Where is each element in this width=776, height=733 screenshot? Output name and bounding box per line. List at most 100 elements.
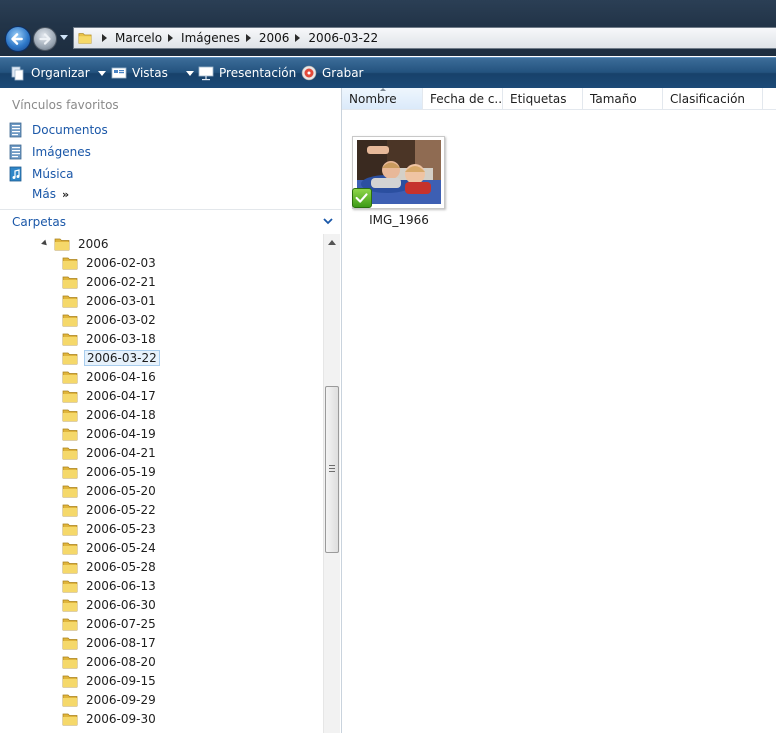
forward-arrow-icon <box>39 33 51 45</box>
tree-item-label: 2006-06-30 <box>86 597 156 612</box>
folder-icon <box>62 257 78 269</box>
organize-button[interactable]: Organizar <box>10 58 106 88</box>
tree-item-folder[interactable]: 2006-04-16 <box>62 367 158 386</box>
breadcrumb-item[interactable]: 2006 <box>259 28 290 48</box>
tree-item-label: 2006-09-30 <box>86 711 156 726</box>
folder-icon <box>78 33 92 44</box>
breadcrumb-separator[interactable] <box>102 34 107 42</box>
views-icon <box>111 67 127 79</box>
tree-item-folder[interactable]: 2006-07-25 <box>62 614 158 633</box>
column-header-label: Fecha de c... <box>430 91 503 106</box>
slideshow-label: Presentación <box>219 66 297 80</box>
folder-tree: 2006 2006-02-03 2006-02-21 2006-03-01 2006-… <box>0 234 323 733</box>
checkmark-glyph <box>355 193 368 203</box>
selected-check-icon[interactable] <box>352 188 372 208</box>
tree-item-folder[interactable]: 2006-08-17 <box>62 633 158 652</box>
tree-item-folder[interactable]: 2006-09-15 <box>62 671 158 690</box>
scrollbar-thumb[interactable] <box>325 386 339 553</box>
sort-ascending-icon <box>380 88 386 91</box>
folder-icon <box>62 390 78 402</box>
column-header-name[interactable]: Nombre <box>342 88 423 109</box>
folder-icon <box>62 314 78 326</box>
double-chevron-icon: » <box>61 187 69 201</box>
tree-item-folder[interactable]: 2006-08-20 <box>62 652 158 671</box>
tree-item-folder[interactable]: 2006-05-24 <box>62 538 158 557</box>
tree-item-folder[interactable]: 2006-04-17 <box>62 386 158 405</box>
tree-item-folder[interactable]: 2006-03-18 <box>62 329 158 348</box>
recent-pages-dropdown[interactable] <box>60 35 68 40</box>
views-button[interactable]: Vistas <box>111 58 194 88</box>
breadcrumb-item[interactable]: 2006-03-22 <box>308 28 378 48</box>
breadcrumb-separator[interactable] <box>245 34 251 42</box>
folder-icon <box>62 371 78 383</box>
tree-item-label: 2006-04-17 <box>86 388 156 403</box>
tree-item-folder[interactable]: 2006-05-23 <box>62 519 158 538</box>
tree-item-label: 2006-04-16 <box>86 369 156 384</box>
tree-item-folder[interactable]: 2006-03-22 <box>62 348 160 367</box>
organize-label: Organizar <box>31 66 90 80</box>
tree-item-folder[interactable]: 2006-06-30 <box>62 595 158 614</box>
tree-item-folder[interactable]: 2006-06-13 <box>62 576 158 595</box>
tree-item-folder[interactable]: 2006-09-30 <box>62 709 158 728</box>
more-links-button[interactable]: Más » <box>32 187 69 201</box>
column-headers: Nombre Fecha de c... Etiquetas Tamaño Cl… <box>342 88 776 110</box>
tree-item-folder[interactable]: 2006-03-02 <box>62 310 158 329</box>
tree-item-folder[interactable]: 2006-05-20 <box>62 481 158 500</box>
tree-item-folder[interactable]: 2006-09-29 <box>62 690 158 709</box>
column-header-rating[interactable]: Clasificación <box>663 88 763 109</box>
tree-item-label: 2006-05-24 <box>86 540 156 555</box>
tree-item-label: 2006-03-18 <box>86 331 156 346</box>
chevron-down-icon <box>323 218 333 225</box>
column-header-date[interactable]: Fecha de c... <box>423 88 503 109</box>
more-links-label: Más <box>32 187 56 201</box>
favorite-link-documents[interactable]: Documentos <box>8 120 108 140</box>
breadcrumb-item[interactable]: Marcelo <box>115 28 162 48</box>
tree-item-label: 2006-07-25 <box>86 616 156 631</box>
folder-icon <box>62 504 78 516</box>
scroll-up-arrow-icon[interactable] <box>328 240 336 245</box>
tree-item-label: 2006-08-17 <box>86 635 156 650</box>
folder-icon <box>62 561 78 573</box>
address-field[interactable]: Marcelo Imágenes 2006 2006-03-22 <box>73 27 776 49</box>
folder-icon <box>62 580 78 592</box>
breadcrumb-separator[interactable] <box>168 34 174 42</box>
column-header-size[interactable]: Tamaño <box>583 88 663 109</box>
tree-item-folder[interactable]: 2006-03-01 <box>62 291 158 310</box>
tree-item-parent[interactable]: 2006 <box>41 234 111 253</box>
command-bar: Organizar Vistas Presentación Grabar <box>0 57 776 88</box>
forward-button[interactable] <box>33 27 57 51</box>
folder-icon <box>62 542 78 554</box>
favorite-link-label: Documentos <box>32 123 108 137</box>
tree-item-folder[interactable]: 2006-04-18 <box>62 405 158 424</box>
breadcrumb-item[interactable]: Imágenes <box>181 28 240 48</box>
breadcrumb-separator[interactable] <box>295 34 301 42</box>
views-label: Vistas <box>132 66 168 80</box>
folder-tree-scrollbar[interactable] <box>323 234 340 733</box>
favorite-link-music[interactable]: Música <box>8 164 74 184</box>
tree-item-label: 2006-06-13 <box>86 578 156 593</box>
tree-item-folder[interactable]: 2006-05-28 <box>62 557 158 576</box>
slideshow-button[interactable]: Presentación <box>198 58 296 88</box>
tree-item-folder[interactable]: 2006-05-22 <box>62 500 158 519</box>
column-header-label: Tamaño <box>590 91 637 106</box>
tree-item-folder[interactable]: 2006-02-03 <box>62 253 158 272</box>
favorite-link-label: Música <box>32 167 74 181</box>
tree-item-folder[interactable]: 2006-04-21 <box>62 443 158 462</box>
folder-icon <box>62 656 78 668</box>
tree-item-label: 2006-05-22 <box>86 502 156 517</box>
folder-icon <box>62 485 78 497</box>
expanded-arrow-icon[interactable] <box>41 239 49 248</box>
tree-item-folder[interactable]: 2006-04-19 <box>62 424 158 443</box>
folders-header[interactable]: Carpetas <box>0 210 341 234</box>
tree-item-folder[interactable]: 2006-02-21 <box>62 272 158 291</box>
tree-item-label: 2006-03-02 <box>86 312 156 327</box>
tree-item-label: 2006-09-15 <box>86 673 156 688</box>
tree-item-folder[interactable]: 2006-05-19 <box>62 462 158 481</box>
burn-button[interactable]: Grabar <box>301 58 364 88</box>
column-header-tags[interactable]: Etiquetas <box>503 88 583 109</box>
back-button[interactable] <box>5 26 31 52</box>
favorite-link-pictures[interactable]: Imágenes <box>8 142 91 162</box>
burn-label: Grabar <box>322 66 364 80</box>
organize-icon <box>11 66 24 81</box>
folder-icon <box>62 618 78 630</box>
